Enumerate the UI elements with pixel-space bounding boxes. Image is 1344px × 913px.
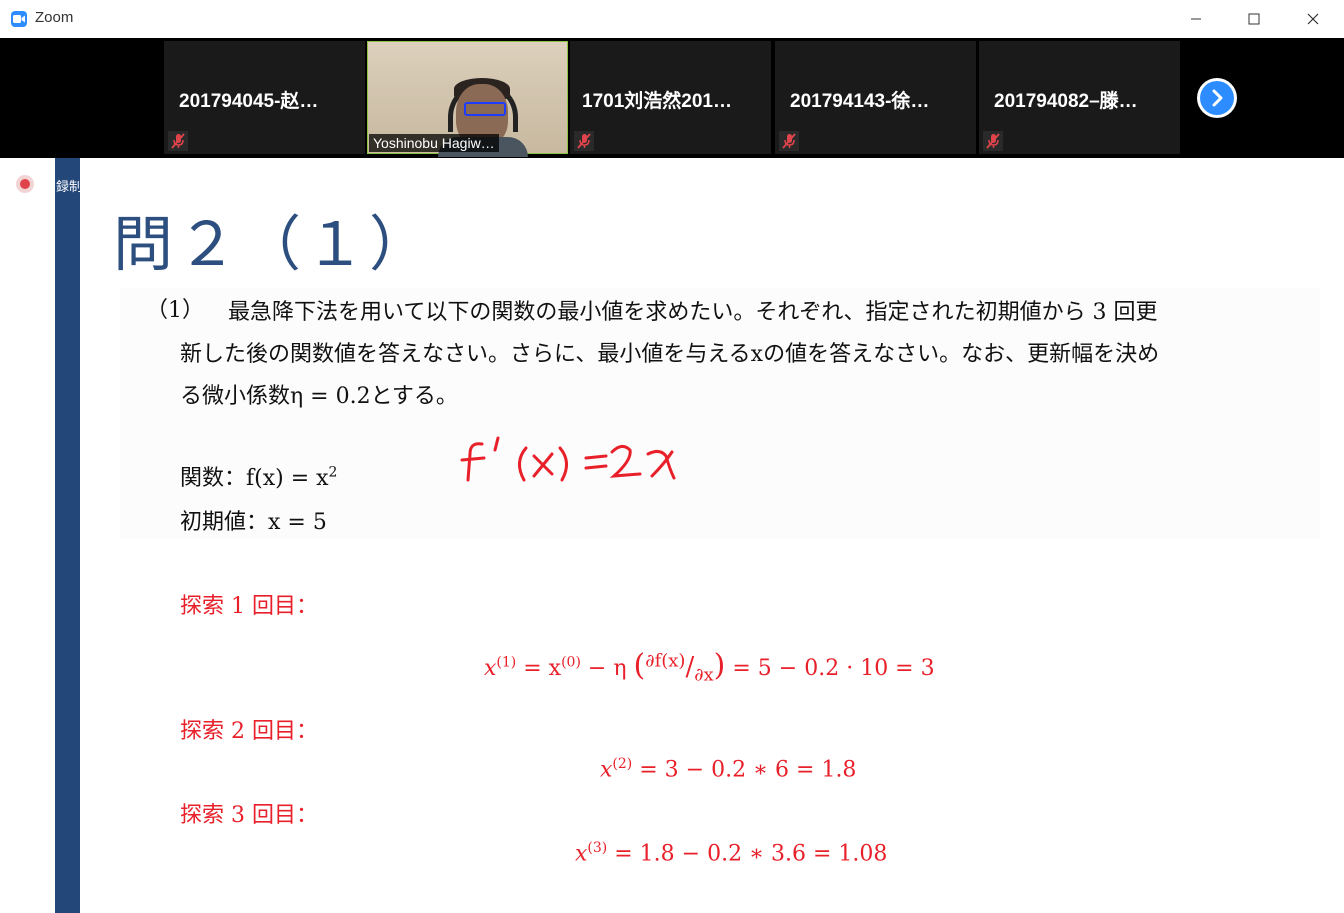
- recording-indicator-icon[interactable]: [16, 175, 34, 193]
- function-exponent: 2: [328, 464, 338, 481]
- participant-tile[interactable]: 201794082–滕…: [979, 41, 1180, 154]
- problem-statement: （1） 最急降下法を用いて以下の関数の最小値を求めたい。それぞれ、指定された初期…: [120, 288, 1320, 538]
- formula-sup: (0): [561, 654, 581, 671]
- function-text: 関数：f(x) = x: [180, 466, 329, 491]
- shared-screen: 録制 問２（１） （1） 最急降下法を用いて以下の関数の最小値を求めたい。それぞ…: [0, 158, 1344, 913]
- muted-mic-icon: [779, 131, 799, 151]
- formula-var: x: [575, 841, 588, 867]
- handwritten-annotation: [460, 436, 676, 482]
- window-titlebar: Zoom: [0, 0, 1344, 39]
- maximize-button[interactable]: [1225, 0, 1283, 38]
- participant-name: Yoshinobu Hagiw…: [369, 134, 499, 152]
- participant-tile[interactable]: 201794045-赵…: [164, 41, 365, 154]
- participant-tile[interactable]: 1701刘浩然201…: [570, 41, 771, 154]
- participant-video-strip: 201794045-赵… Yoshinobu Hagiw… 1701刘浩然201…: [0, 38, 1344, 158]
- problem-line: る微小係数η = 0.2とする。: [180, 384, 458, 409]
- close-button[interactable]: [1284, 0, 1342, 38]
- participant-name: 201794082–滕…: [994, 91, 1138, 112]
- formula-sup: (1): [496, 654, 517, 671]
- window-title: Zoom: [35, 9, 74, 26]
- participant-video-tile[interactable]: Yoshinobu Hagiw…: [367, 41, 568, 157]
- glasses-shape: [464, 102, 506, 116]
- participant-name: 1701刘浩然201…: [582, 91, 732, 112]
- formula-frac-num: ∂f(x): [645, 650, 686, 672]
- muted-mic-icon: [168, 131, 188, 151]
- zoom-app-icon: [11, 11, 27, 27]
- problem-line: 新した後の関数値を答えなさい。さらに、最小値を与えるxの値を答えなさい。なお、更…: [180, 342, 1160, 367]
- formula-part: − η: [580, 656, 627, 681]
- step-formula: x(3) = 1.8 − 0.2 ∗ 3.6 = 1.08: [575, 840, 887, 866]
- formula-var: x: [484, 656, 497, 681]
- formula-frac-den: ∂x: [694, 664, 714, 686]
- function-definition: 関数：f(x) = x2: [180, 460, 337, 492]
- formula-sup: (3): [587, 840, 608, 856]
- formula-var: x: [600, 757, 613, 783]
- muted-mic-icon: [983, 131, 1003, 151]
- slide-title: 問２（１）: [113, 210, 433, 280]
- maximize-icon: [1248, 13, 1260, 25]
- problem-line: 最急降下法を用いて以下の関数の最小値を求めたい。それぞれ、指定された初期値から …: [228, 300, 1158, 325]
- formula-part: = 1.8 − 0.2 ∗ 3.6 = 1.08: [607, 841, 888, 867]
- problem-text: 最急降下法を用いて以下の関数の最小値を求めたい。それぞれ、指定された初期値から …: [180, 292, 1280, 418]
- recording-label: 録制: [56, 180, 83, 195]
- chevron-right-icon: [1212, 89, 1223, 107]
- step-label: 探索 3 回目：: [180, 803, 318, 828]
- participant-name: 201794143-徐…: [790, 91, 930, 112]
- step-formula: x(1) = x(0) − η (∂f(x)/∂x) = 5 − 0.2 · 1…: [484, 648, 935, 686]
- muted-mic-icon: [574, 131, 594, 151]
- formula-part: = 3 − 0.2 ∗ 6 = 1.8: [632, 757, 857, 783]
- participant-tile[interactable]: 201794143-徐…: [775, 41, 976, 154]
- formula-part: = x: [516, 656, 562, 681]
- formula-part: = 5 − 0.2 · 10 = 3: [725, 656, 935, 681]
- step-formula: x(2) = 3 − 0.2 ∗ 6 = 1.8: [600, 756, 856, 782]
- slide-side-bar: [55, 158, 80, 913]
- initial-value: 初期値：x = 5: [180, 510, 327, 535]
- minimize-icon: [1191, 18, 1201, 20]
- step-label: 探索 2 回目：: [180, 719, 318, 744]
- formula-sup: (2): [612, 756, 633, 772]
- minimize-button[interactable]: [1167, 0, 1225, 38]
- step-label: 探索 1 回目：: [180, 594, 318, 619]
- participant-name: 201794045-赵…: [179, 91, 319, 112]
- next-page-button[interactable]: [1197, 78, 1237, 118]
- close-icon: [1307, 13, 1319, 25]
